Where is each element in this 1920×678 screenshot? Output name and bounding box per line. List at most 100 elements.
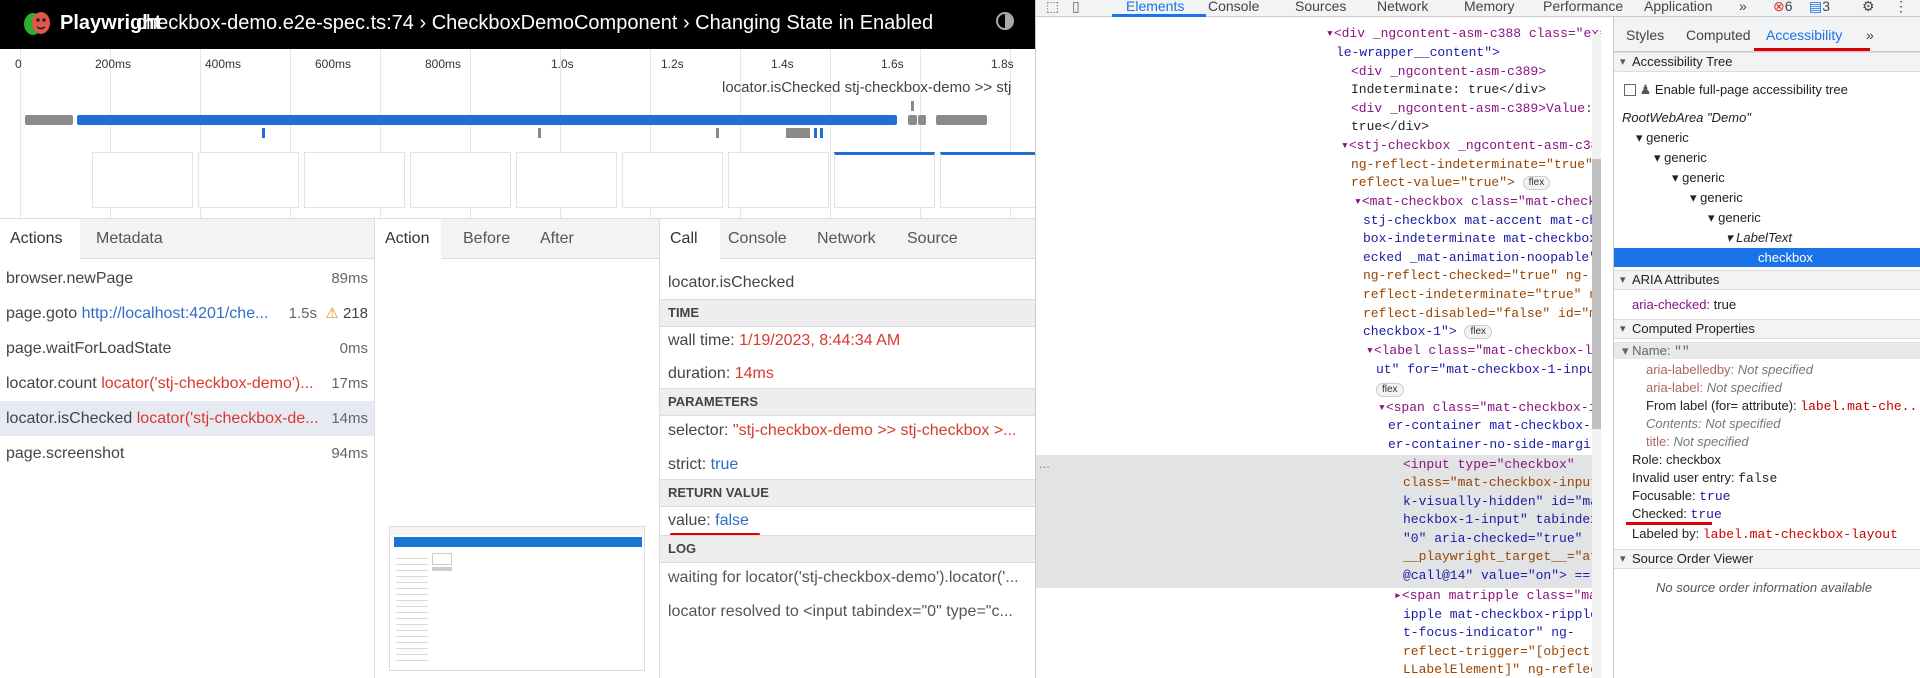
tab-performance[interactable]: Performance (1543, 0, 1623, 15)
tab-application[interactable]: Application (1644, 0, 1713, 15)
dom-line[interactable]: checkbox-1"> flex (1363, 323, 1492, 342)
dom-line[interactable]: t-focus-indicator" ng- (1403, 624, 1575, 643)
tab-actions[interactable]: Actions (0, 219, 80, 259)
kebab-menu-icon[interactable]: ⋮ (1894, 0, 1908, 15)
inspect-element-icon[interactable]: ⬚ (1046, 0, 1059, 15)
ax-tree-node[interactable]: ▾ generic (1636, 130, 1689, 146)
node-ellipsis-icon[interactable]: ... (1039, 455, 1050, 474)
tab-console[interactable]: Console (1208, 0, 1259, 15)
computed-name[interactable]: ▾ Name: "" (1622, 343, 1690, 360)
filmstrip-thumbnail[interactable] (410, 152, 511, 208)
ax-tree-node[interactable]: ▾ LabelText (1726, 230, 1792, 246)
tab-memory[interactable]: Memory (1464, 0, 1515, 15)
dom-line[interactable]: stj-checkbox mat-accent mat-che (1363, 212, 1601, 231)
timeline-bar[interactable] (908, 115, 917, 125)
tab-sources[interactable]: Sources (1295, 0, 1346, 15)
timeline-bar[interactable] (936, 115, 987, 125)
tab-before[interactable]: Before (453, 219, 520, 259)
dom-line-selected[interactable]: heckbox-1-input" tabindex (1403, 511, 1598, 530)
filmstrip-thumbnail[interactable] (940, 152, 1035, 208)
theme-toggle-icon[interactable] (996, 12, 1014, 30)
tab-metadata[interactable]: Metadata (86, 219, 173, 259)
dom-line[interactable]: box-indeterminate mat-checkbox- (1363, 230, 1601, 249)
dom-line[interactable]: Indeterminate: true</div> (1351, 81, 1546, 100)
ax-tree-node-selected[interactable]: checkbox (1758, 250, 1813, 266)
dom-line-selected[interactable]: k-visually-hidden" id="mat (1403, 493, 1601, 512)
dom-line[interactable]: ▾<label class="mat-checkbox-la (1366, 342, 1600, 361)
filmstrip-thumbnail[interactable] (198, 152, 299, 208)
snapshot-thumbnail[interactable] (389, 526, 645, 671)
flex-badge[interactable]: flex (1464, 324, 1492, 339)
dom-line[interactable]: reflect-value="true"> flex (1351, 174, 1551, 193)
dom-line[interactable]: ▾<div _ngcontent-asm-c388 class="exa (1326, 25, 1601, 44)
enable-full-page-checkbox[interactable]: ♟ Enable full-page accessibility tree (1624, 82, 1848, 98)
ax-tree-node[interactable]: ▾ generic (1672, 170, 1725, 186)
more-sidebar-tabs-icon[interactable]: » (1866, 27, 1874, 43)
tab-call[interactable]: Call (660, 219, 720, 259)
dom-line[interactable]: ecked _mat-animation-noopable" (1363, 249, 1597, 268)
action-arg[interactable]: http://localhost:4201/che... (82, 305, 269, 322)
dom-line-selected[interactable]: @call@14" value="on"> == $ (1403, 567, 1601, 586)
tab-network[interactable]: Network (807, 219, 886, 259)
ax-tree-node[interactable]: ▾ generic (1654, 150, 1707, 166)
dom-line[interactable]: er-container mat-checkbox-i (1388, 417, 1599, 436)
section-accessibility-tree[interactable]: Accessibility Tree (1614, 52, 1920, 72)
dom-line[interactable]: true</div> (1351, 118, 1429, 137)
section-source-order-viewer[interactable]: Source Order Viewer (1614, 549, 1920, 569)
message-badge[interactable]: ▤3 (1809, 0, 1830, 15)
tab-source[interactable]: Source (897, 219, 968, 259)
filmstrip-thumbnail[interactable] (622, 152, 723, 208)
ax-tree-node[interactable]: ▾ generic (1708, 210, 1761, 226)
filmstrip-thumbnail[interactable] (304, 152, 405, 208)
dom-line-selected[interactable]: __playwright_target__="af (1403, 548, 1598, 567)
tab-styles[interactable]: Styles (1626, 27, 1664, 43)
device-toolbar-icon[interactable]: ▯ (1072, 0, 1080, 15)
settings-gear-icon[interactable]: ⚙ (1862, 0, 1875, 15)
tab-action[interactable]: Action (375, 219, 441, 259)
timeline-bar[interactable] (25, 115, 73, 125)
dom-line[interactable]: LLabelElement]" ng-reflect (1403, 661, 1601, 678)
dom-line[interactable]: reflect-trigger="[object H (1403, 643, 1601, 662)
tab-accessibility[interactable]: Accessibility (1766, 27, 1842, 43)
flex-badge[interactable]: flex (1376, 382, 1404, 397)
dom-line-selected[interactable]: "0" aria-checked="true" (1403, 530, 1582, 549)
filmstrip-thumbnail[interactable] (834, 152, 935, 208)
dom-line[interactable]: le-wrapper__content"> (1336, 44, 1500, 63)
dom-line[interactable]: er-container-no-side-margin (1388, 436, 1599, 455)
filmstrip-thumbnail[interactable] (92, 152, 193, 208)
dom-line[interactable]: reflect-indeterminate="true" ng (1363, 286, 1601, 305)
dom-line-selected[interactable]: class="mat-checkbox-input (1403, 474, 1598, 493)
dom-line[interactable]: ng-reflect-checked="true" ng- (1363, 267, 1589, 286)
action-row-selected[interactable]: locator.isChecked locator('stj-checkbox-… (0, 401, 374, 436)
dom-line[interactable]: ▾<span class="mat-checkbox-i (1378, 399, 1596, 418)
error-badge[interactable]: ⊗6 (1773, 0, 1793, 15)
dom-line-selected[interactable]: <input type="checkbox" (1403, 456, 1575, 475)
tab-computed[interactable]: Computed (1686, 27, 1751, 43)
dom-line[interactable]: ▸<span matripple class="mat (1394, 587, 1601, 606)
action-row[interactable]: browser.newPage 89ms (0, 261, 374, 296)
dom-line[interactable]: ▾<mat-checkbox class="mat-checkb (1354, 193, 1601, 212)
dom-tree[interactable]: ... ▾<div _ngcontent-asm-c388 class="exa… (1036, 17, 1601, 678)
dom-scrollbar-thumb[interactable] (1592, 159, 1601, 429)
dom-line[interactable]: ipple mat-checkbox-ripple (1403, 606, 1598, 625)
timeline-bar[interactable] (918, 115, 926, 125)
timeline-bar[interactable] (77, 115, 897, 125)
tab-elements[interactable]: Elements (1126, 0, 1184, 15)
dom-line[interactable]: <div _ngcontent-asm-c389>Value: (1351, 100, 1593, 119)
filmstrip-thumbnail[interactable] (516, 152, 617, 208)
more-tabs-icon[interactable]: » (1739, 0, 1747, 15)
action-row[interactable]: locator.count locator('stj-checkbox-demo… (0, 366, 374, 401)
timeline[interactable]: 0 200ms 400ms 600ms 800ms 1.0s 1.2s 1.4s… (0, 49, 1035, 219)
tab-console[interactable]: Console (718, 219, 797, 259)
dom-line[interactable]: ut" for="mat-checkbox-1-input (1376, 361, 1601, 380)
dom-line[interactable]: ▾<stj-checkbox _ngcontent-asm-c389 (1341, 137, 1601, 156)
action-row[interactable]: page.waitForLoadState 0ms (0, 331, 374, 366)
action-row[interactable]: page.screenshot 94ms (0, 436, 374, 471)
dom-line[interactable]: reflect-disabled="false" id="ma (1363, 305, 1601, 324)
ax-tree-root[interactable]: RootWebArea "Demo" (1622, 110, 1751, 126)
filmstrip-thumbnail[interactable] (728, 152, 829, 208)
dom-line[interactable]: ng-reflect-indeterminate="true" n (1351, 156, 1601, 175)
tab-network[interactable]: Network (1377, 0, 1428, 15)
tab-after[interactable]: After (530, 219, 584, 259)
dom-line[interactable]: flex (1376, 381, 1404, 400)
